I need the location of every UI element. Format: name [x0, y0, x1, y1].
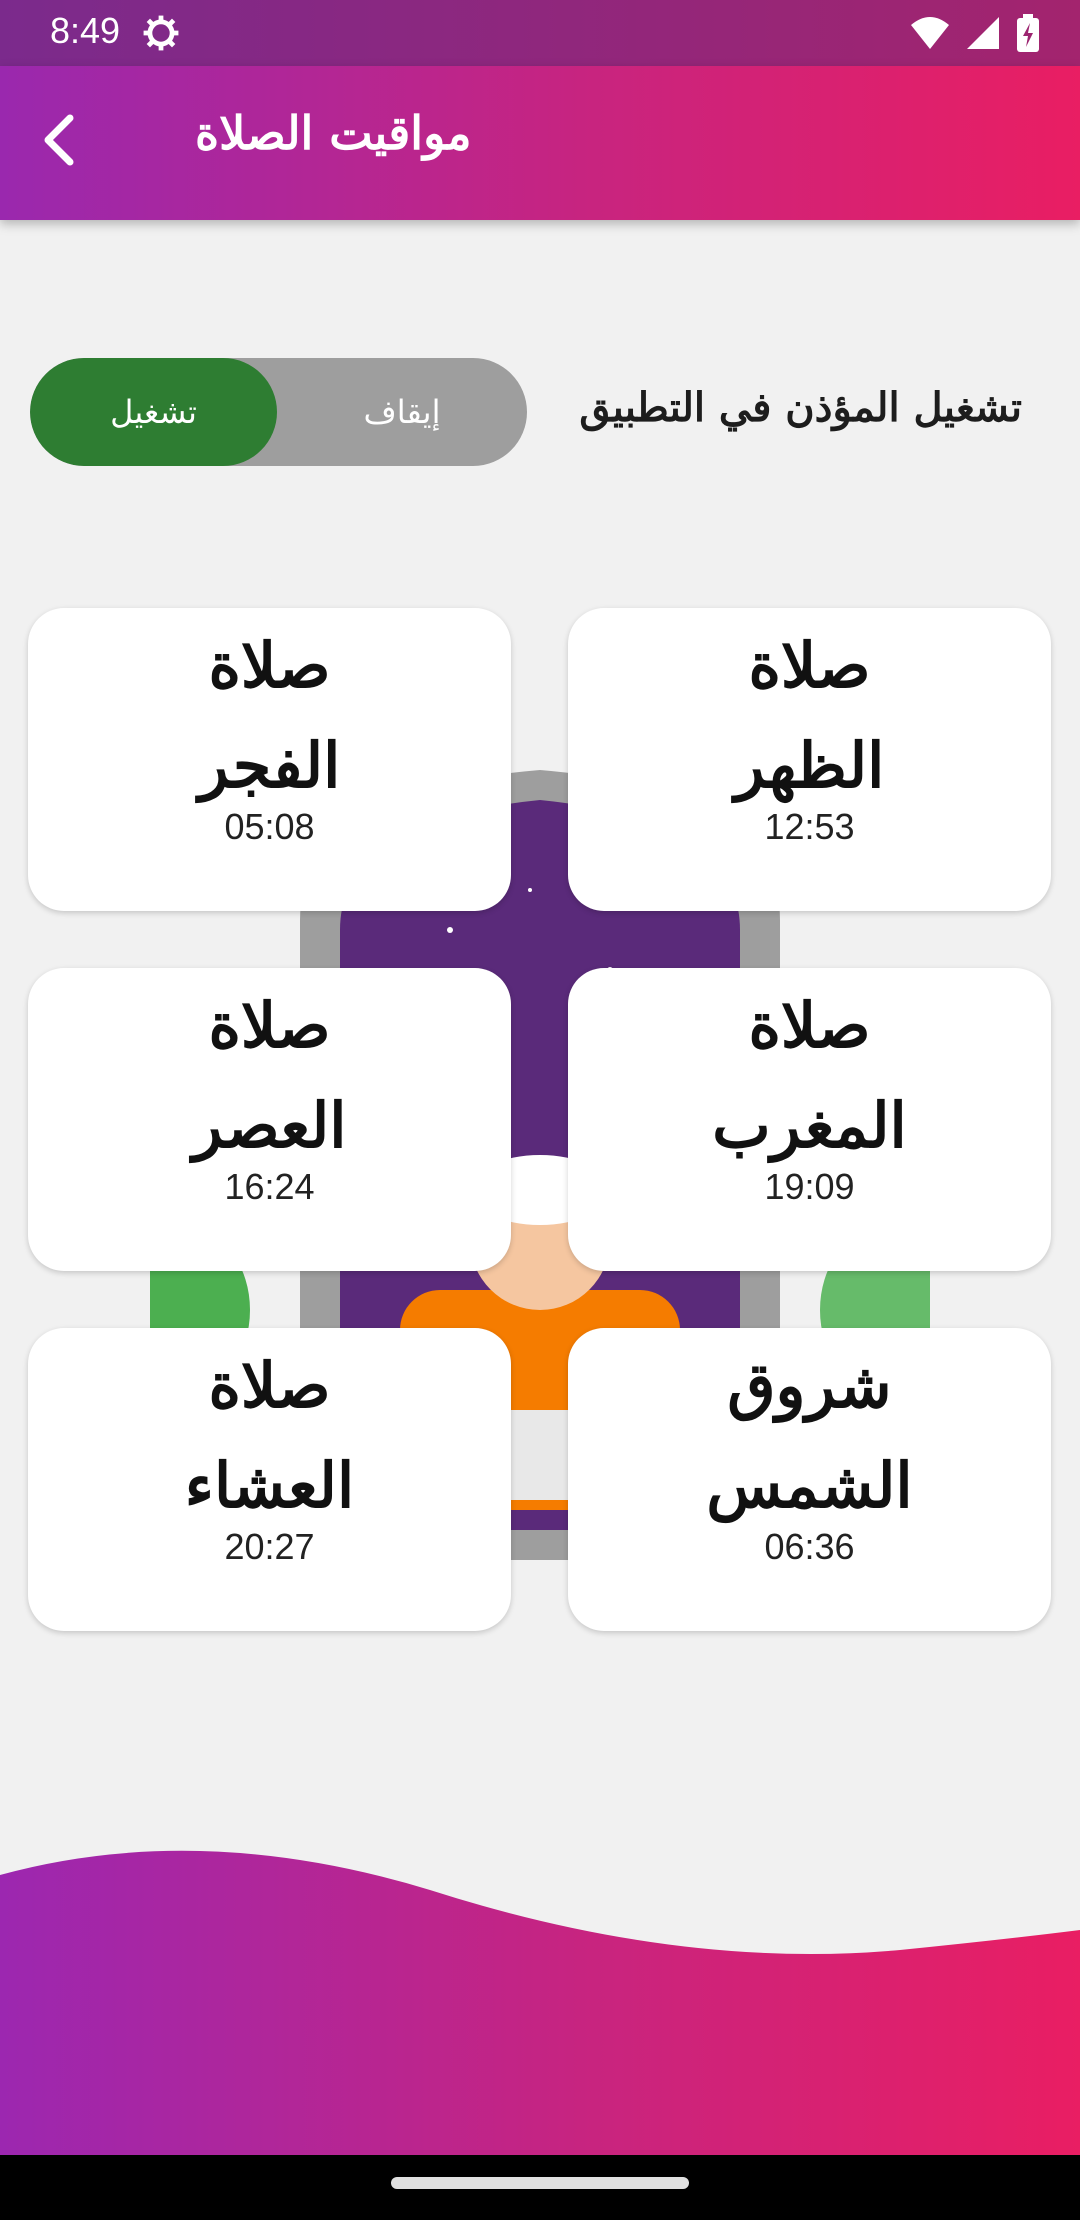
prayer-card-fajr[interactable]: صلاة الفجر 05:08 — [28, 608, 511, 911]
app-bar: مواقيت الصلاة — [0, 66, 1080, 220]
prayer-card-line1: صلاة — [748, 989, 871, 1062]
prayer-card-dhuhr[interactable]: صلاة الظهر 12:53 — [568, 608, 1051, 911]
system-nav-bar — [0, 2155, 1080, 2220]
status-bar: 8:49 — [0, 0, 1080, 66]
settings-gear-icon — [143, 15, 179, 51]
prayer-card-sunrise[interactable]: شروق الشمس 06:36 — [568, 1328, 1051, 1631]
prayer-card-maghrib[interactable]: صلاة المغرب 19:09 — [568, 968, 1051, 1271]
prayer-card-line2: العشاء — [184, 1449, 355, 1522]
back-arrow-icon[interactable] — [30, 108, 94, 172]
battery-charging-icon — [1017, 14, 1039, 52]
adhan-on-option[interactable]: تشغيل — [30, 358, 277, 466]
prayer-card-line2: الظهر — [734, 729, 885, 802]
prayer-card-line1: شروق — [727, 1349, 892, 1422]
prayer-card-line2: المغرب — [712, 1089, 907, 1162]
prayer-time: 06:36 — [764, 1526, 855, 1567]
adhan-toggle-label: تشغيل المؤذن في التطبيق — [579, 384, 1022, 431]
prayer-time: 05:08 — [224, 806, 315, 847]
prayer-card-isha[interactable]: صلاة العشاء 20:27 — [28, 1328, 511, 1631]
page-title: مواقيت الصلاة — [195, 106, 472, 160]
prayer-card-line2: الشمس — [706, 1449, 913, 1522]
prayer-card-asr[interactable]: صلاة العصر 16:24 — [28, 968, 511, 1271]
prayer-card-line1: صلاة — [208, 989, 331, 1062]
prayer-time: 16:24 — [224, 1166, 315, 1207]
prayer-card-line2: العصر — [192, 1089, 347, 1162]
prayer-time: 19:09 — [764, 1166, 855, 1207]
prayer-time: 12:53 — [764, 806, 855, 847]
home-gesture-handle[interactable] — [391, 2177, 689, 2189]
prayer-card-line1: صلاة — [208, 1349, 331, 1422]
prayer-card-line2: الفجر — [198, 729, 341, 802]
prayer-card-line1: صلاة — [208, 629, 331, 702]
adhan-toggle[interactable]: تشغيل إيقاف — [30, 358, 527, 466]
prayer-card-line1: صلاة — [748, 629, 871, 702]
signal-icon — [967, 17, 999, 49]
wifi-icon — [911, 17, 949, 49]
bottom-wave-decoration — [0, 1850, 1080, 2155]
status-time: 8:49 — [50, 10, 121, 51]
prayer-time: 20:27 — [224, 1526, 315, 1567]
adhan-off-option[interactable]: إيقاف — [277, 358, 527, 466]
